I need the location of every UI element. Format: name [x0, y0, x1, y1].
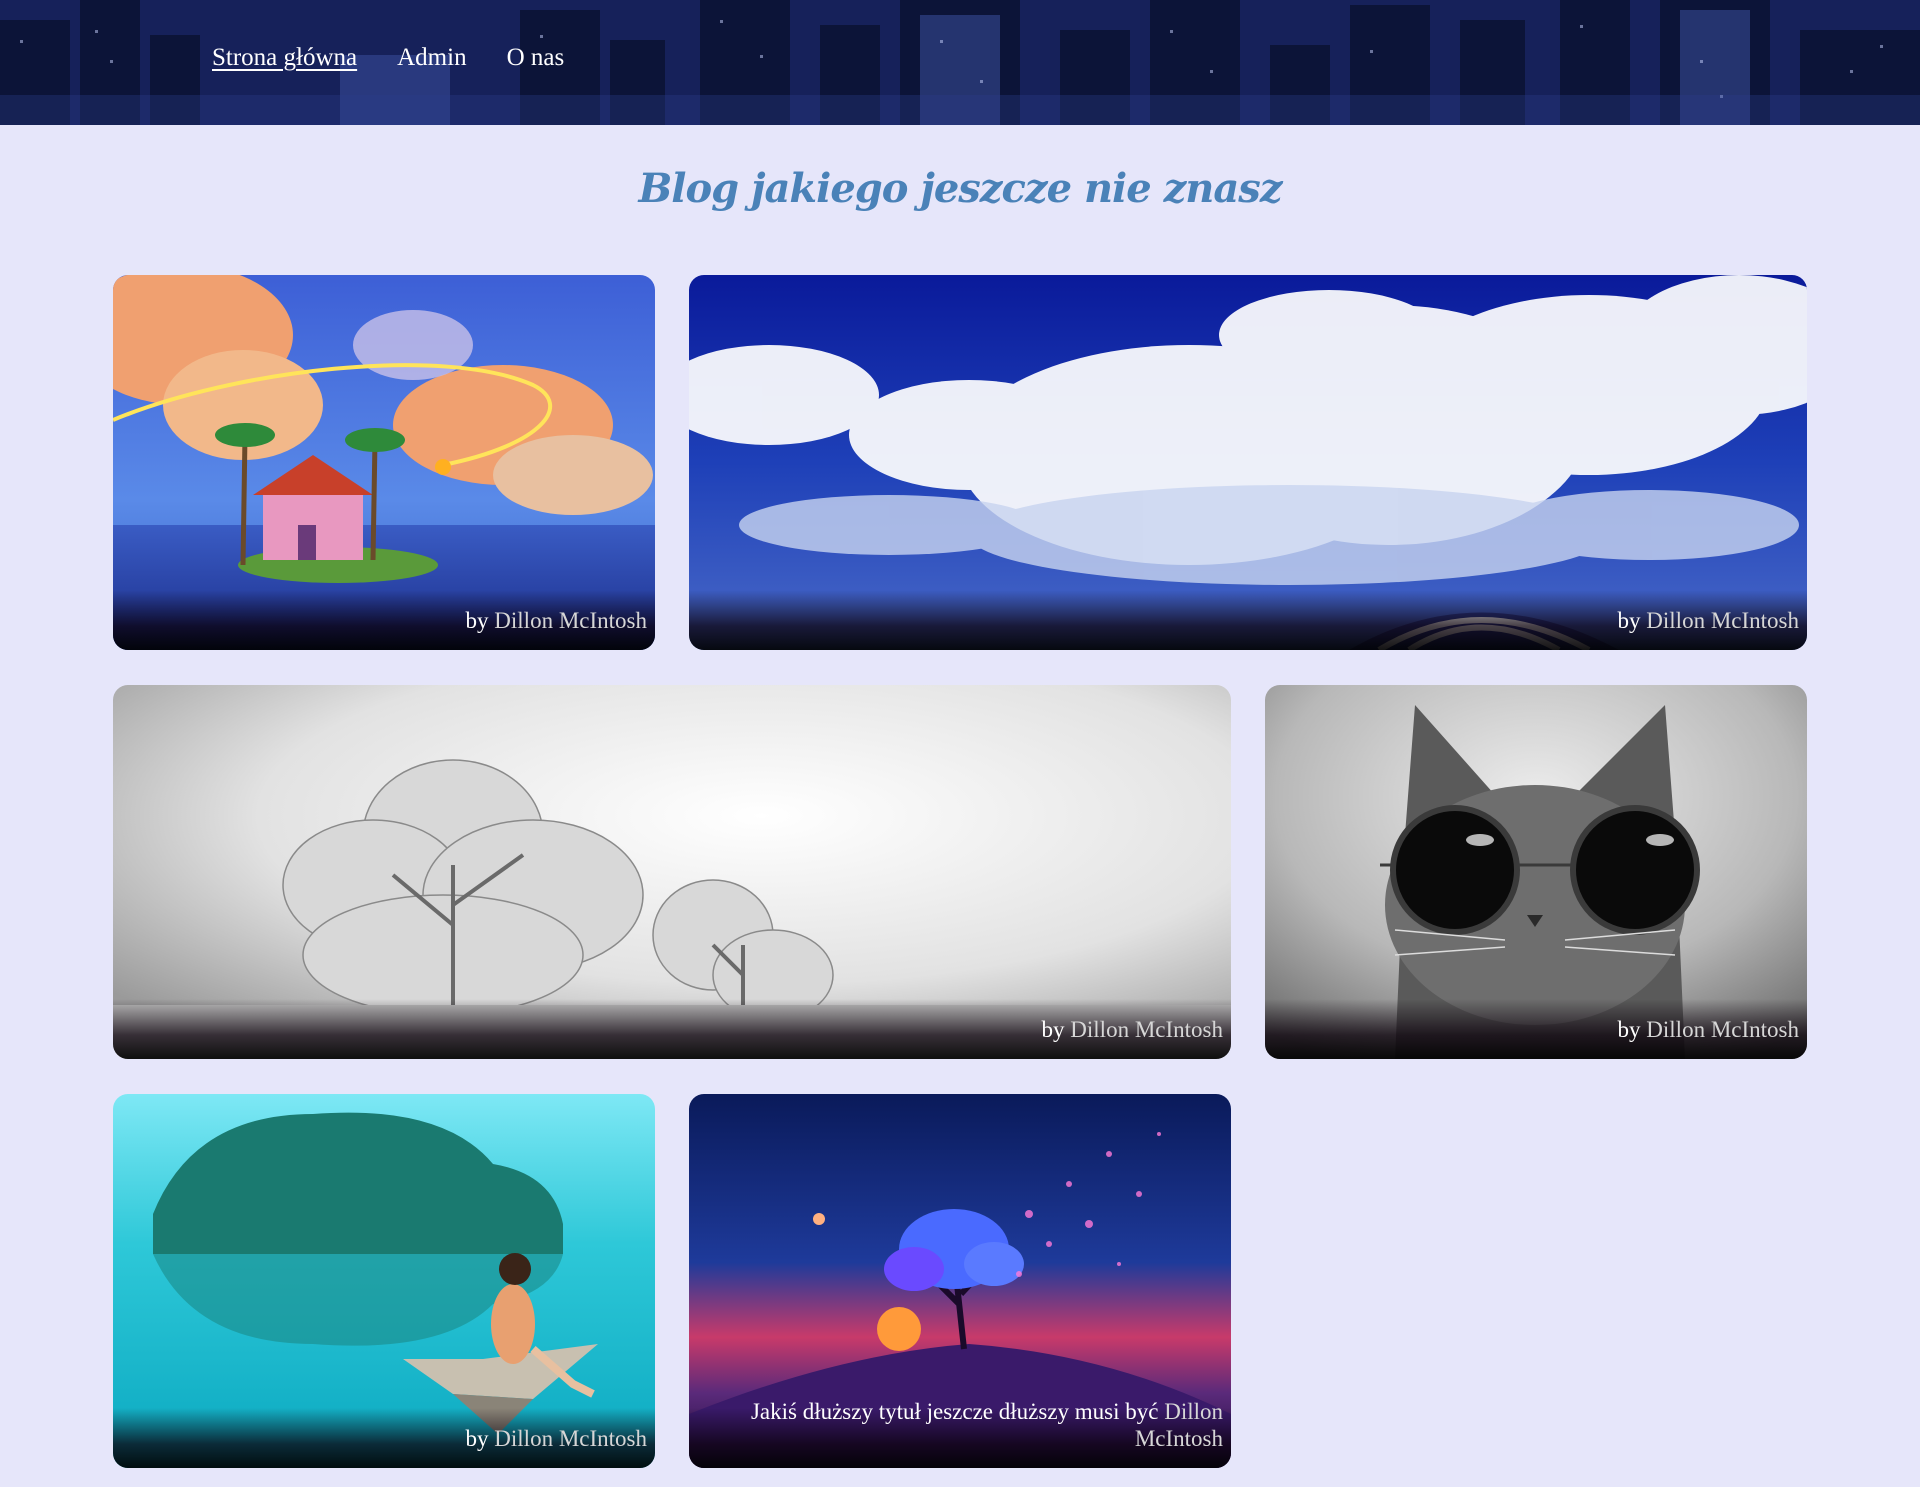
- post-card[interactable]: by Dillon McIntosh: [689, 275, 1807, 650]
- site-header: Strona główna Admin O nas: [0, 0, 1920, 125]
- post-card[interactable]: Jakiś dłuższy tytuł jeszcze dłuższy musi…: [689, 1094, 1231, 1468]
- post-caption: by Dillon McIntosh: [466, 1425, 647, 1452]
- page-title: Blog jakiego jeszcze nie znasz: [638, 165, 1282, 212]
- post-author[interactable]: Dillon McIntosh: [1646, 608, 1799, 633]
- post-card[interactable]: by Dillon McIntosh: [113, 1094, 655, 1468]
- post-title: Jakiś dłuższy tytuł jeszcze dłuższy musi…: [750, 1399, 1159, 1424]
- nav-link-about[interactable]: O nas: [507, 44, 565, 72]
- post-prefix: by: [1617, 1017, 1641, 1042]
- main-nav: Strona główna Admin O nas: [212, 44, 564, 72]
- post-card[interactable]: by Dillon McIntosh: [1265, 685, 1807, 1059]
- post-author[interactable]: Dillon McIntosh: [494, 1426, 647, 1451]
- nav-link-admin[interactable]: Admin: [397, 44, 466, 72]
- post-prefix: by: [1041, 1017, 1065, 1042]
- post-card[interactable]: by Dillon McIntosh: [113, 275, 655, 650]
- post-author[interactable]: Dillon McIntosh: [1070, 1017, 1223, 1042]
- post-caption: Jakiś dłuższy tytuł jeszcze dłuższy musi…: [724, 1398, 1223, 1452]
- post-card[interactable]: by Dillon McIntosh: [113, 685, 1231, 1059]
- post-caption: by Dillon McIntosh: [1618, 607, 1799, 634]
- post-author[interactable]: Dillon McIntosh: [1646, 1017, 1799, 1042]
- post-caption: by Dillon McIntosh: [1042, 1016, 1223, 1043]
- post-author[interactable]: Dillon McIntosh: [494, 608, 647, 633]
- nav-link-home[interactable]: Strona główna: [212, 44, 357, 72]
- post-prefix: by: [465, 608, 489, 633]
- post-caption: by Dillon McIntosh: [466, 607, 647, 634]
- post-caption: by Dillon McIntosh: [1618, 1016, 1799, 1043]
- post-prefix: by: [465, 1426, 489, 1451]
- post-prefix: by: [1617, 608, 1641, 633]
